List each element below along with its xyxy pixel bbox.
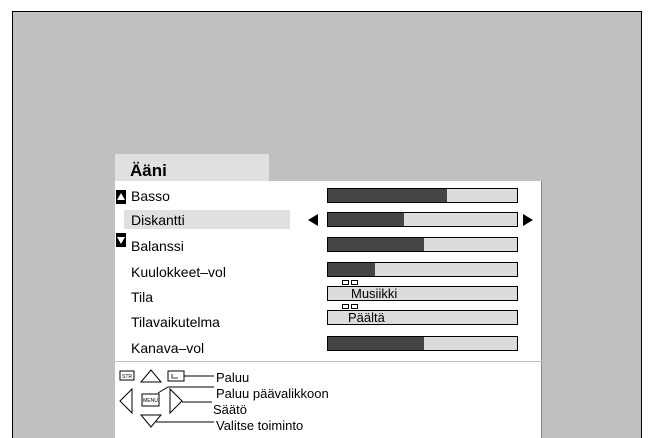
diskantti-level-bar[interactable] [327, 212, 518, 227]
menu-title: Ääni [130, 161, 167, 180]
return-key-icon [167, 370, 185, 382]
menu-item-kanava-vol[interactable]: Kanava–vol [131, 340, 204, 357]
menu-item-kuulokkeet-vol[interactable]: Kuulokkeet–vol [131, 264, 226, 281]
kanava-vol-level-fill [328, 337, 425, 350]
scroll-up-arrow-icon[interactable] [116, 190, 126, 204]
balanssi-level-fill [328, 238, 425, 251]
help-saato: Säätö [213, 402, 247, 417]
right-key-icon [169, 387, 183, 415]
help-paluu-paavalikkoon: Paluu päävalikkoon [216, 386, 329, 401]
scroll-down-arrow-icon[interactable] [116, 233, 126, 247]
option-indicator-ticks [342, 304, 358, 309]
svg-text:STR: STR [122, 374, 132, 380]
menu-key-icon: MENU [141, 393, 160, 407]
menu-item-tilavaikutelma[interactable]: Tilavaikutelma [131, 314, 220, 331]
kanava-vol-level-bar[interactable] [327, 336, 518, 351]
left-key-icon [119, 387, 133, 415]
diskantti-level-fill [328, 213, 404, 226]
kuulokkeet-vol-level-bar[interactable] [327, 262, 518, 277]
down-key-icon [139, 414, 163, 428]
decrease-arrow-icon[interactable] [308, 214, 318, 226]
basso-level-bar[interactable] [327, 188, 518, 203]
basso-level-fill [328, 189, 448, 202]
menu-item-balanssi[interactable]: Balanssi [131, 238, 184, 255]
svg-text:MENU: MENU [143, 398, 158, 404]
tilavaikutelma-value[interactable]: Päältä [327, 310, 518, 325]
menu-item-tila[interactable]: Tila [131, 289, 153, 306]
remote-keys-diagram: STR MENU [119, 369, 214, 428]
option-indicator-ticks [342, 280, 358, 285]
menu-item-basso[interactable]: Basso [131, 188, 170, 205]
balanssi-level-bar[interactable] [327, 237, 518, 252]
increase-arrow-icon[interactable] [523, 214, 533, 226]
tila-value[interactable]: Musiikki [327, 286, 518, 301]
menu-item-diskantti[interactable]: Diskantti [131, 212, 185, 229]
help-paluu: Paluu [216, 370, 250, 385]
kuulokkeet-vol-level-fill [328, 263, 376, 276]
up-key-icon [139, 369, 163, 383]
help-valitse-toiminto: Valitse toiminto [216, 418, 304, 433]
str-key-icon: STR [119, 370, 135, 381]
